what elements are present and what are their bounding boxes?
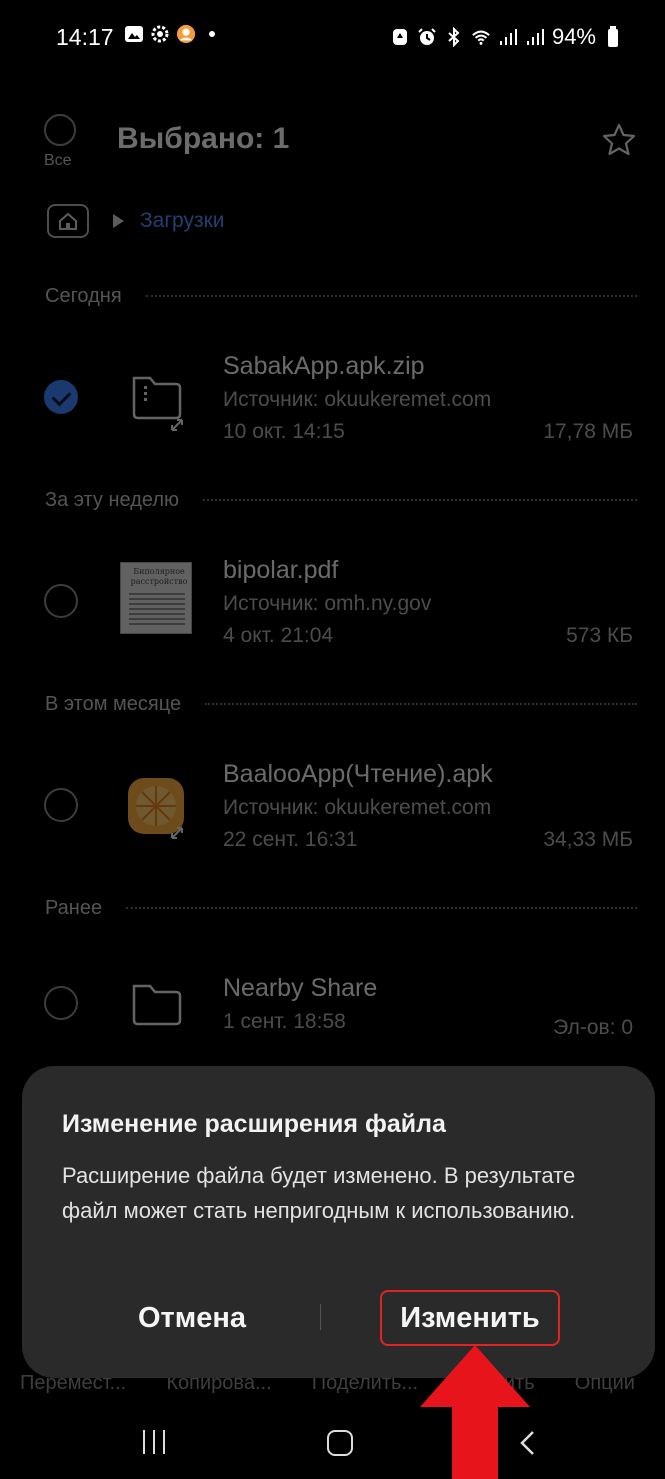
section-divider	[145, 295, 637, 297]
gallery-icon	[124, 24, 144, 44]
breadcrumb-downloads[interactable]: Загрузки	[140, 209, 225, 233]
pdf-thumbnail-title: Биполярное расстройство	[130, 567, 188, 586]
star-icon[interactable]	[601, 122, 637, 158]
file-date: 4 окт. 21:04	[223, 624, 334, 647]
dialog-title: Изменение расширения файла	[62, 1110, 446, 1138]
pdf-thumbnail-lines	[129, 593, 185, 628]
select-all-checkbox[interactable]	[44, 114, 76, 146]
signal-icon	[525, 27, 545, 47]
file-checkbox[interactable]	[44, 986, 78, 1020]
file-checkbox[interactable]	[44, 584, 78, 618]
file-name: bipolar.pdf	[223, 556, 339, 584]
select-all-label: Все	[44, 152, 72, 169]
status-bar: 14:17 94%	[0, 0, 665, 80]
section-header: В этом месяце	[45, 689, 637, 719]
file-name: Nearby Share	[223, 974, 378, 1002]
section-divider	[126, 907, 637, 909]
button-divider	[320, 1304, 321, 1330]
file-source: Источник: okuukeremet.com	[223, 796, 492, 819]
section-label: Сегодня	[45, 284, 122, 307]
section-label: Ранее	[45, 896, 103, 919]
settings-icon	[150, 24, 170, 44]
file-source: Источник: omh.ny.gov	[223, 592, 432, 615]
file-date: 10 окт. 14:15	[223, 420, 345, 443]
rename-extension-dialog: Изменение расширения файла Расширение фа…	[22, 1066, 655, 1378]
file-name: SabakApp.apk.zip	[223, 352, 425, 380]
home-icon[interactable]	[47, 204, 89, 238]
red-arrow-annotation	[420, 1345, 530, 1479]
section-header: Ранее	[45, 893, 637, 923]
status-time: 14:17	[56, 24, 114, 50]
breadcrumb: Загрузки	[47, 202, 225, 240]
file-name: BaalooApp(Чтение).apk	[223, 760, 493, 788]
navigation-bar	[0, 1400, 665, 1479]
section-header: За эту неделю	[45, 485, 637, 515]
file-checkbox[interactable]	[44, 380, 78, 414]
file-checkbox[interactable]	[44, 788, 78, 822]
section-header: Сегодня	[45, 281, 637, 311]
file-item[interactable]: SabakApp.apk.zip Источник: okuukeremet.c…	[0, 342, 665, 452]
file-date: 22 сент. 16:31	[223, 828, 358, 851]
file-size: 17,78 МБ	[543, 420, 633, 443]
file-size: 573 КБ	[566, 624, 633, 647]
pdf-thumbnail: Биполярное расстройство	[120, 562, 192, 634]
status-left-icons	[124, 24, 222, 44]
recent-apps-icon[interactable]	[143, 1430, 165, 1454]
breadcrumb-arrow-icon	[113, 214, 124, 228]
bluetooth-icon	[444, 27, 464, 47]
dot-icon	[202, 24, 222, 44]
file-size: 34,33 МБ	[543, 828, 633, 851]
app-icon	[128, 778, 184, 839]
folder-icon	[132, 984, 182, 1026]
file-source: Источник: okuukeremet.com	[223, 388, 492, 411]
dialog-message: Расширение файла будет изменено. В резул…	[62, 1163, 576, 1223]
section-label: В этом месяце	[45, 692, 182, 715]
page-title: Выбрано: 1	[117, 122, 290, 155]
change-button[interactable]: Изменить	[380, 1290, 560, 1346]
avatar-icon	[176, 24, 196, 44]
file-item[interactable]: Nearby Share 1 сент. 18:58 Эл-ов: 0	[0, 954, 665, 1064]
signal-icon	[498, 27, 518, 47]
screen: 14:17 94% Все Выбрано: 1 Загрузки Сегодн…	[0, 0, 665, 1479]
file-item[interactable]: BaalooApp(Чтение).apk Источник: okuukere…	[0, 750, 665, 860]
file-item[interactable]: Биполярное расстройство bipolar.pdf Исто…	[0, 546, 665, 656]
section-divider	[205, 703, 637, 705]
cancel-button[interactable]: Отмена	[92, 1290, 292, 1346]
zip-file-icon	[132, 376, 183, 431]
section-label: За эту неделю	[45, 488, 179, 511]
selection-header: Все Выбрано: 1	[0, 110, 665, 190]
status-right: 94%	[390, 24, 623, 50]
battery-saver-icon	[390, 27, 410, 47]
home-button-icon[interactable]	[327, 1430, 353, 1456]
battery-icon	[603, 26, 623, 47]
section-divider	[203, 499, 637, 501]
file-size: Эл-ов: 0	[553, 1016, 633, 1039]
wifi-icon	[471, 27, 491, 47]
file-date: 1 сент. 18:58	[223, 1010, 346, 1033]
alarm-icon	[417, 27, 437, 47]
battery-percent: 94%	[551, 24, 596, 49]
